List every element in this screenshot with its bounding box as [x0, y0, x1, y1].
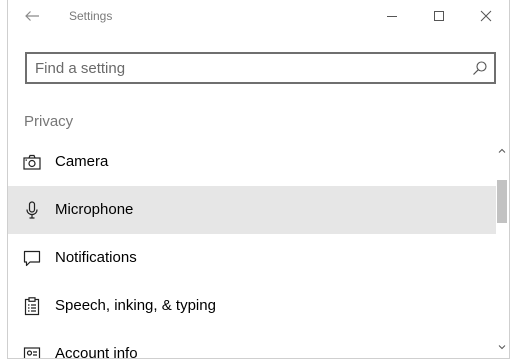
back-arrow-icon — [25, 11, 39, 21]
list-item-account-info[interactable]: Account info — [8, 330, 496, 359]
window-title: Settings — [69, 9, 113, 23]
microphone-icon — [26, 201, 38, 219]
minimize-button[interactable] — [378, 4, 406, 28]
maximize-icon — [434, 11, 444, 21]
vertical-scrollbar[interactable] — [496, 145, 507, 356]
title-bar: Settings — [8, 0, 509, 32]
list-item-label: Speech, inking, & typing — [55, 297, 216, 314]
clipboard-icon — [24, 297, 40, 316]
scroll-thumb[interactable] — [497, 180, 507, 223]
search-box[interactable] — [25, 52, 496, 84]
search-input[interactable] — [35, 54, 465, 82]
list-item-microphone[interactable]: Microphone — [8, 186, 496, 234]
close-icon — [480, 10, 492, 22]
scroll-up-arrow-icon[interactable] — [498, 147, 506, 155]
section-title: Privacy — [24, 113, 74, 130]
list-item-label: Notifications — [55, 249, 137, 266]
minimize-icon — [387, 16, 397, 17]
settings-window: Settings Privacy — [7, 0, 510, 359]
list-item-camera[interactable]: Camera — [8, 138, 496, 186]
list-item-label: Camera — [55, 153, 109, 170]
list-item-label: Microphone — [55, 201, 134, 218]
list-item-speech-inking-typing[interactable]: Speech, inking, & typing — [8, 282, 496, 330]
list-item-label: Account info — [55, 345, 138, 359]
maximize-button[interactable] — [425, 4, 453, 28]
camera-icon — [23, 154, 41, 170]
notifications-icon — [23, 250, 41, 267]
close-button[interactable] — [472, 4, 500, 28]
back-button[interactable] — [18, 6, 46, 26]
search-icon[interactable] — [472, 60, 488, 76]
list-item-notifications[interactable]: Notifications — [8, 234, 496, 282]
account-info-icon — [23, 347, 41, 358]
scroll-down-arrow-icon[interactable] — [498, 343, 506, 351]
